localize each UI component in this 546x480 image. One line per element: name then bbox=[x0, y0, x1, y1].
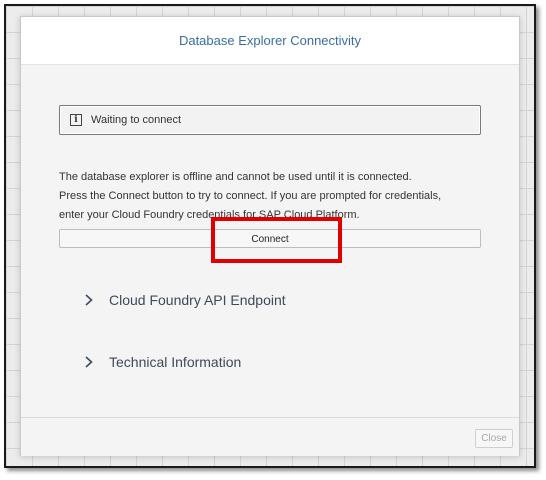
close-button[interactable]: Close bbox=[475, 429, 513, 448]
chevron-right-icon bbox=[85, 294, 93, 306]
chevron-right-icon bbox=[85, 356, 93, 368]
connectivity-dialog: Database Explorer Connectivity i Waiting… bbox=[20, 16, 520, 456]
dialog-header: Database Explorer Connectivity bbox=[21, 17, 519, 65]
description-line: enter your Cloud Foundry credentials for… bbox=[59, 209, 360, 221]
status-message-strip: i Waiting to connect bbox=[59, 105, 481, 135]
info-icon: i bbox=[70, 114, 82, 126]
section-label: Technical Information bbox=[109, 354, 242, 370]
connect-button[interactable]: Connect bbox=[59, 229, 481, 248]
screenshot-frame: Database Explorer Connectivity i Waiting… bbox=[4, 4, 536, 468]
description-line: Press the Connect button to try to conne… bbox=[59, 190, 442, 202]
section-technical-information[interactable]: Technical Information bbox=[83, 351, 241, 373]
section-label: Cloud Foundry API Endpoint bbox=[109, 292, 286, 308]
description-text: The database explorer is offline and can… bbox=[59, 168, 499, 225]
dialog-footer: Close bbox=[21, 417, 519, 456]
description-line: The database explorer is offline and can… bbox=[59, 171, 412, 183]
section-cloud-foundry-api-endpoint[interactable]: Cloud Foundry API Endpoint bbox=[83, 289, 286, 311]
dialog-title: Database Explorer Connectivity bbox=[178, 33, 362, 48]
status-text: Waiting to connect bbox=[91, 114, 182, 126]
